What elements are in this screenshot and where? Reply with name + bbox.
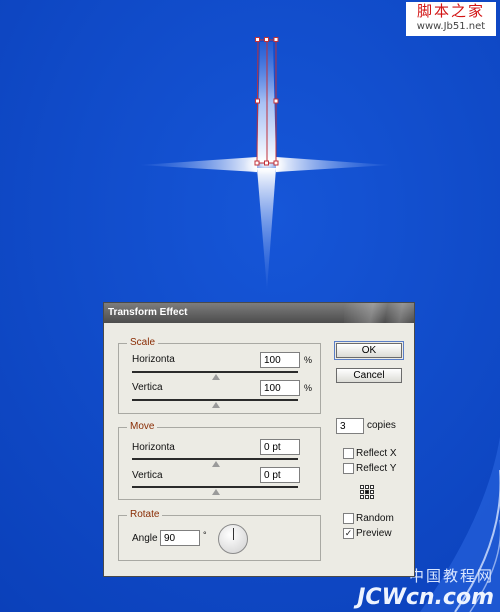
- angle-dial-icon[interactable]: [218, 524, 248, 554]
- move-vertical-field[interactable]: 0 pt: [260, 467, 300, 483]
- rotate-legend: Rotate: [127, 509, 163, 520]
- preview-label: Preview: [356, 528, 392, 539]
- dialog-titlebar[interactable]: Transform Effect: [104, 303, 414, 323]
- angle-dial-needle: [233, 528, 234, 540]
- reflect-y-label: Reflect Y: [356, 463, 397, 474]
- scale-legend: Scale: [127, 337, 159, 348]
- scale-group: Scale Horizonta 100 % Vertica 100 %: [118, 337, 321, 414]
- copies-field[interactable]: 3: [336, 418, 364, 434]
- random-label: Random: [356, 513, 394, 524]
- move-vertical-slider-thumb[interactable]: [212, 489, 220, 495]
- scale-horizontal-unit: %: [304, 355, 313, 365]
- ok-button[interactable]: OK: [334, 341, 404, 360]
- scale-vertical-unit: %: [304, 383, 313, 393]
- scale-horizontal-slider-thumb[interactable]: [212, 374, 220, 380]
- move-horizontal-slider-track[interactable]: [132, 458, 298, 460]
- watermark-top-url: www.Jb51.net: [416, 21, 486, 32]
- top-watermark: 脚本之家 www.Jb51.net: [406, 2, 496, 36]
- preview-checkbox[interactable]: ✓: [343, 528, 354, 539]
- reflect-x-label: Reflect X: [356, 448, 397, 459]
- move-vertical-slider-track[interactable]: [132, 486, 298, 488]
- scale-horizontal-slider-track[interactable]: [132, 371, 298, 373]
- copies-label: copies: [367, 420, 396, 431]
- angle-field[interactable]: 90: [160, 530, 200, 546]
- scale-vertical-field[interactable]: 100: [260, 380, 300, 396]
- titlebar-gloss: [344, 303, 414, 323]
- move-vertical-label: Vertica: [132, 470, 163, 481]
- scale-vertical-slider-thumb[interactable]: [212, 402, 220, 408]
- scale-vertical-slider-track[interactable]: [132, 399, 298, 401]
- reference-point-grid-icon[interactable]: [360, 485, 376, 501]
- move-group: Move Horizonta 0 pt Vertica 0 pt: [118, 421, 321, 500]
- move-legend: Move: [127, 421, 158, 432]
- angle-label: Angle: [132, 533, 158, 544]
- watermark-top-cn: 脚本之家: [416, 2, 485, 20]
- move-horizontal-label: Horizonta: [132, 442, 175, 453]
- transform-effect-dialog: Transform Effect Scale Horizonta 100 % V…: [103, 302, 415, 577]
- watermark-bottom-en: JCWcn.com: [357, 585, 494, 610]
- scale-vertical-label: Vertica: [132, 382, 163, 393]
- move-horizontal-field[interactable]: 0 pt: [260, 439, 300, 455]
- dialog-title: Transform Effect: [108, 307, 188, 318]
- cancel-button[interactable]: Cancel: [336, 368, 402, 383]
- reflect-x-checkbox[interactable]: [343, 448, 354, 459]
- reflect-y-checkbox[interactable]: [343, 463, 354, 474]
- scale-horizontal-label: Horizonta: [132, 354, 175, 365]
- rotate-group: Rotate Angle 90 °: [118, 509, 321, 561]
- random-checkbox[interactable]: [343, 513, 354, 524]
- scale-horizontal-field[interactable]: 100: [260, 352, 300, 368]
- angle-unit: °: [203, 530, 207, 540]
- move-horizontal-slider-thumb[interactable]: [212, 461, 220, 467]
